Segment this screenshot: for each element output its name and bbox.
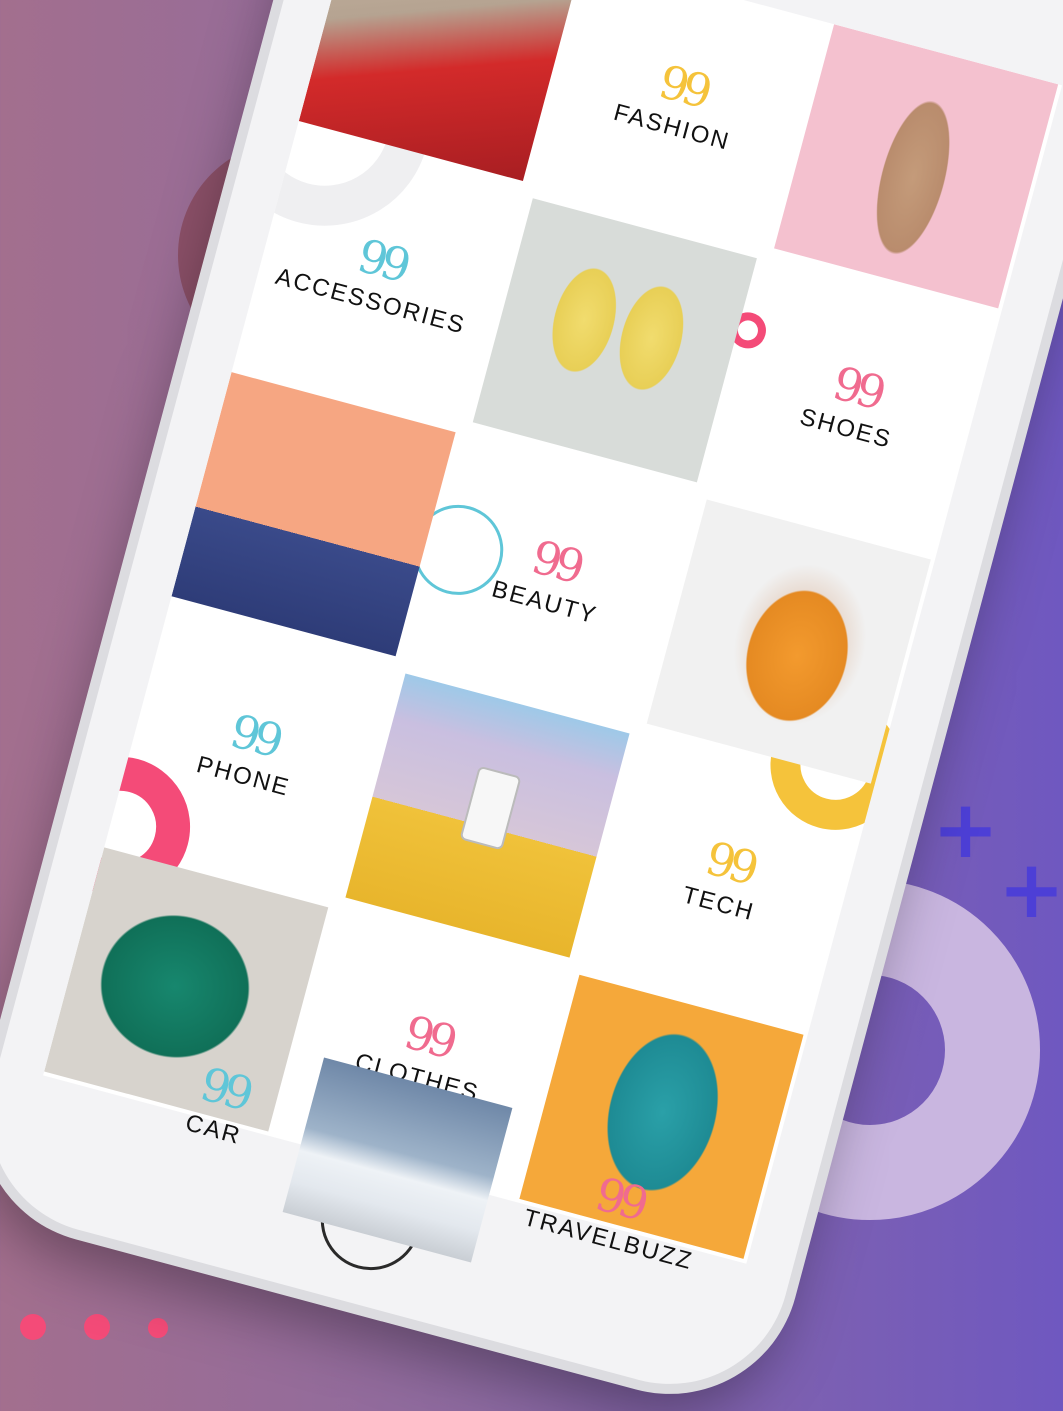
decor-dot xyxy=(84,1314,110,1340)
quote-icon: 99 xyxy=(352,228,412,293)
quote-icon: 99 xyxy=(700,830,759,895)
category-tile-tech[interactable]: 99 TECH xyxy=(583,737,867,1021)
quote-icon: 99 xyxy=(526,529,586,594)
quote-icon: 99 xyxy=(827,355,887,420)
makeup-bag-photo xyxy=(171,372,456,657)
decor-dot xyxy=(148,1318,168,1338)
smartphone-icon xyxy=(459,765,522,851)
photo-tile[interactable] xyxy=(646,499,931,784)
quote-icon: 99 xyxy=(224,703,284,768)
photo-tile[interactable] xyxy=(345,673,630,958)
category-tile-beauty[interactable]: 99 BEAUTY xyxy=(409,436,693,720)
hand-holding-phone-photo xyxy=(345,673,630,958)
category-tile-fashion[interactable]: 99 FASHION xyxy=(536,0,820,245)
photo-tile[interactable] xyxy=(171,372,456,657)
quote-icon: 99 xyxy=(653,54,713,119)
green-dress-photo xyxy=(44,847,329,1132)
pink-dress-walking-photo xyxy=(774,24,1059,309)
home-button[interactable] xyxy=(309,1158,433,1282)
plus-icon: + xyxy=(932,783,1000,876)
photo-tile[interactable] xyxy=(44,847,329,1132)
category-tile-clothes[interactable]: 99 CLOTHES xyxy=(282,911,566,1195)
photo-tile[interactable] xyxy=(472,198,757,483)
quote-icon: 99 xyxy=(398,1004,458,1069)
photo-tile[interactable] xyxy=(774,24,1059,309)
photo-tile[interactable] xyxy=(519,974,804,1259)
face-mask-woman-photo xyxy=(646,499,931,784)
yellow-flats-photo xyxy=(472,198,757,483)
category-tile-shoes[interactable]: 99 SHOES xyxy=(710,262,994,546)
category-tile-accessories[interactable]: 99 ACCESSORIES xyxy=(235,135,519,419)
checkered-dress-photo xyxy=(519,974,804,1259)
category-tile-phone[interactable]: 99 PHONE xyxy=(108,610,392,894)
decor-dot xyxy=(20,1314,46,1340)
plus-icon: + xyxy=(998,843,1063,936)
